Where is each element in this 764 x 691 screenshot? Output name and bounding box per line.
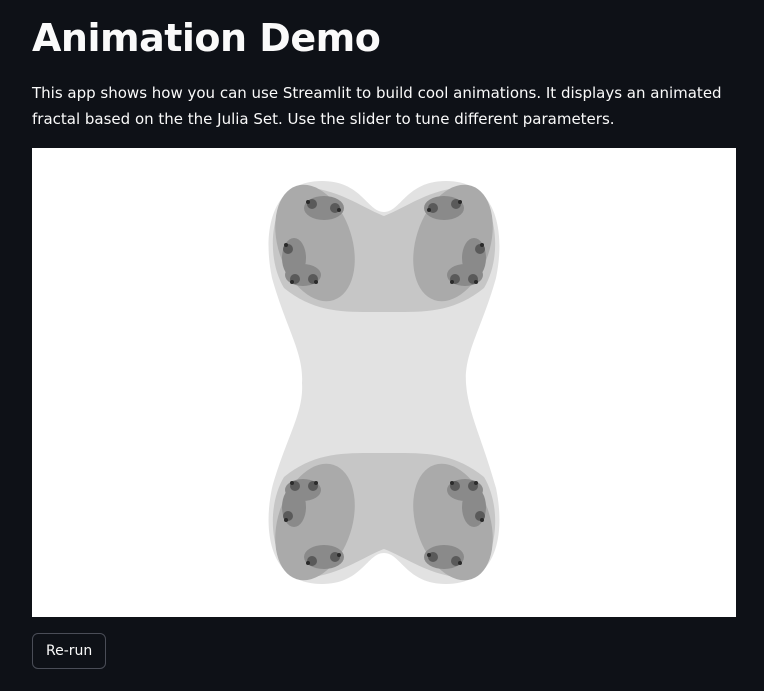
- app-root: Animation Demo This app shows how you ca…: [0, 0, 764, 691]
- julia-set-fractal: [32, 148, 736, 617]
- rerun-button[interactable]: Re-run: [32, 633, 107, 669]
- page-description: This app shows how you can use Streamlit…: [32, 84, 722, 128]
- page-title: Animation Demo: [32, 16, 381, 60]
- fractal-image: [32, 148, 736, 617]
